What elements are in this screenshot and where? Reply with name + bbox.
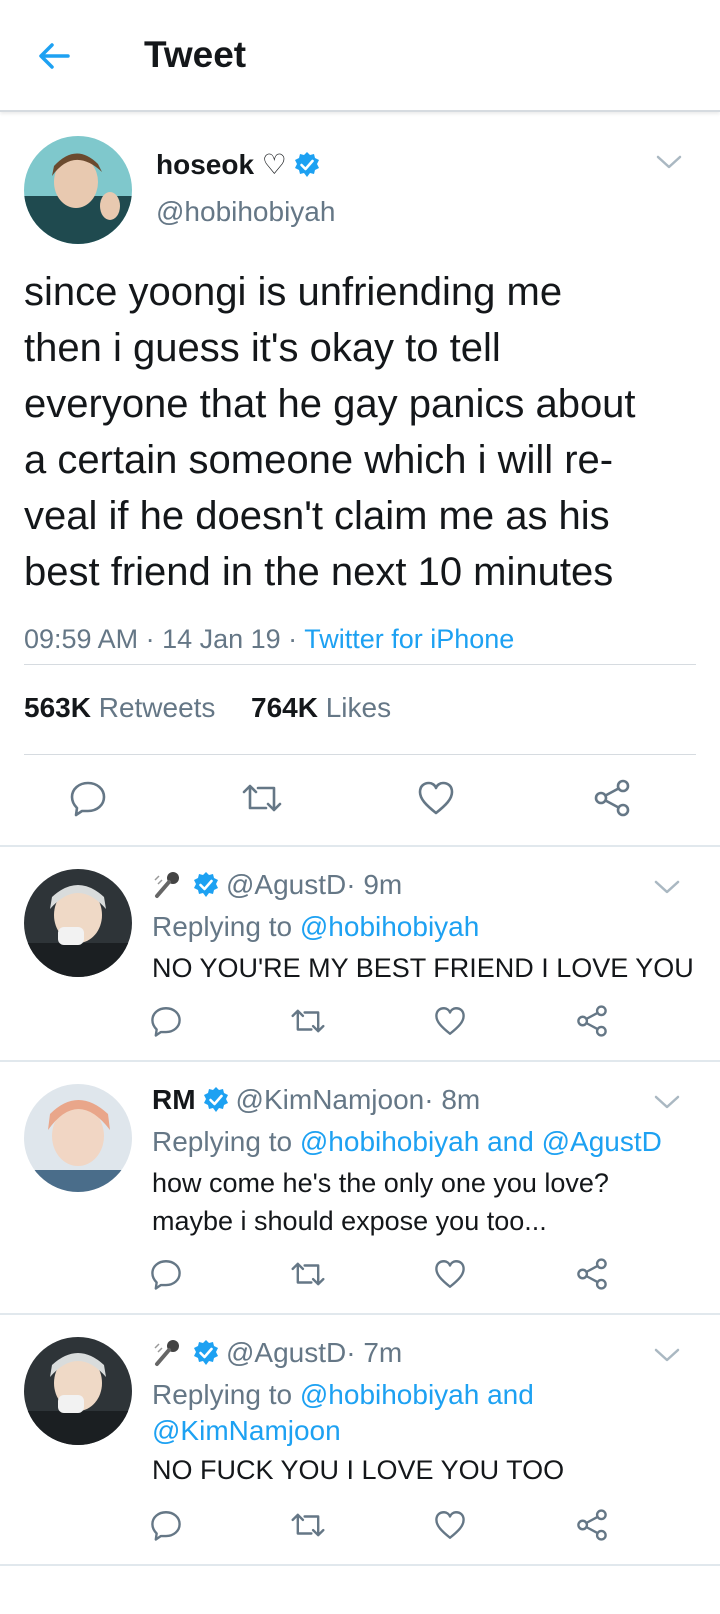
replying-prefix: Replying to [152,911,300,942]
comment-icon [151,1511,181,1541]
reply-text: NO YOU'RE MY BEST FRIEND I LOVE YOU [152,953,694,983]
reply-button[interactable] [144,1503,188,1547]
replying-to: Replying to @hobihobiyah [152,909,692,945]
reply-author-name[interactable]: RM [152,1084,196,1116]
tweet-source-link[interactable]: Twitter for iPhone [304,624,514,654]
tweet-text: since yoongi is unfriending me then i gu… [24,270,636,594]
share-button[interactable] [570,1252,614,1296]
replying-to: Replying to @hobihobiyah and @KimNamjoon [152,1377,572,1449]
avatar[interactable] [24,869,132,977]
share-icon [594,779,630,817]
reply-button[interactable] [144,999,188,1043]
tweet-timestamp: 09:59 AM · 14 Jan 19 · [24,624,305,654]
back-arrow-icon[interactable] [34,36,74,76]
retweets-label: Retweets [90,692,216,723]
share-icon [577,1005,607,1037]
verified-badge-icon [194,872,218,897]
page-title: Tweet [144,34,247,75]
share-icon [577,1509,607,1541]
like-button[interactable] [414,776,458,820]
reply-text: NO FUCK YOU I LOVE YOU TOO [152,1455,565,1485]
share-button[interactable] [570,999,614,1043]
share-icon [577,1258,607,1290]
retweets-stat[interactable]: 563K Retweets [24,692,215,723]
author-handle[interactable]: @hobihobiyah [156,196,335,228]
divider [0,1564,720,1566]
microphone-icon [152,1338,182,1368]
retweet-button[interactable] [286,999,330,1043]
replying-prefix: Replying to [152,1379,300,1410]
like-button[interactable] [428,1503,472,1547]
reply-handle[interactable]: @AgustD [226,1337,346,1369]
retweet-button[interactable] [286,1503,330,1547]
reply-handle[interactable]: @KimNamjoon [236,1084,425,1116]
reply-header: @AgustD · 9m [152,869,402,901]
reply-time: · 8m [424,1084,481,1115]
retweet-button[interactable] [286,1252,330,1296]
share-button[interactable] [570,1503,614,1547]
avatar[interactable] [24,136,132,244]
like-button[interactable] [428,999,472,1043]
author-name-row[interactable]: hoseok ♡ [156,148,327,181]
reply-time: · 7m [346,1337,403,1368]
author-name: hoseok ♡ [156,149,287,180]
replying-prefix: Replying to [152,1126,300,1157]
reply-tweet[interactable]: @AgustD · 9m Replying to @hobihobiyah NO… [0,847,720,1059]
reply-handle[interactable]: @AgustD [226,869,346,901]
divider [24,664,696,665]
top-bar: Tweet [0,0,720,112]
verified-badge-icon [203,1087,228,1112]
retweet-button[interactable] [240,776,284,820]
comment-icon [70,781,106,817]
verified-badge-icon [294,151,319,177]
chevron-down-icon[interactable] [654,1347,680,1363]
reply-button[interactable] [66,776,110,820]
divider [24,754,696,755]
replying-to: Replying to @hobihobiyah and @AgustD [152,1124,712,1160]
retweet-icon [291,1513,325,1537]
comment-icon [151,1007,181,1037]
heart-icon [435,1007,465,1035]
chevron-down-icon[interactable] [654,879,680,895]
likes-label: Likes [317,692,392,723]
replying-mentions[interactable]: @hobihobiyah and @AgustD [300,1126,662,1157]
chevron-down-icon[interactable] [656,154,682,170]
retweets-count: 563K [24,692,91,723]
tweet-stats: 563K Retweets 764K Likes [24,692,391,724]
like-button[interactable] [428,1252,472,1296]
heart-icon [418,781,454,815]
retweet-icon [291,1262,325,1286]
microphone-icon [152,870,182,900]
reply-text: how come he's the only one you love? may… [152,1168,609,1236]
reply-tweet[interactable]: RM @KimNamjoon · 8m Replying to @hobihob… [0,1062,720,1312]
heart-icon [435,1511,465,1539]
tweet-meta: 09:59 AM · 14 Jan 19 · Twitter for iPhon… [24,624,514,655]
comment-icon [151,1260,181,1290]
avatar[interactable] [24,1084,132,1192]
chevron-down-icon[interactable] [654,1094,680,1110]
reply-header: RM @KimNamjoon · 8m [152,1084,480,1116]
reply-button[interactable] [144,1252,188,1296]
verified-badge-icon [194,1340,218,1365]
avatar[interactable] [24,1337,132,1445]
heart-icon [435,1260,465,1288]
likes-count: 764K [251,692,318,723]
retweet-icon [291,1009,325,1033]
likes-stat[interactable]: 764K Likes [251,692,391,723]
reply-header: @AgustD · 7m [152,1337,402,1369]
reply-tweet[interactable]: @AgustD · 7m Replying to @hobihobiyah an… [0,1315,720,1565]
reply-time: · 9m [346,869,403,900]
replying-mentions[interactable]: @hobihobiyah [300,911,479,942]
share-button[interactable] [590,776,634,820]
retweet-icon [242,784,282,812]
